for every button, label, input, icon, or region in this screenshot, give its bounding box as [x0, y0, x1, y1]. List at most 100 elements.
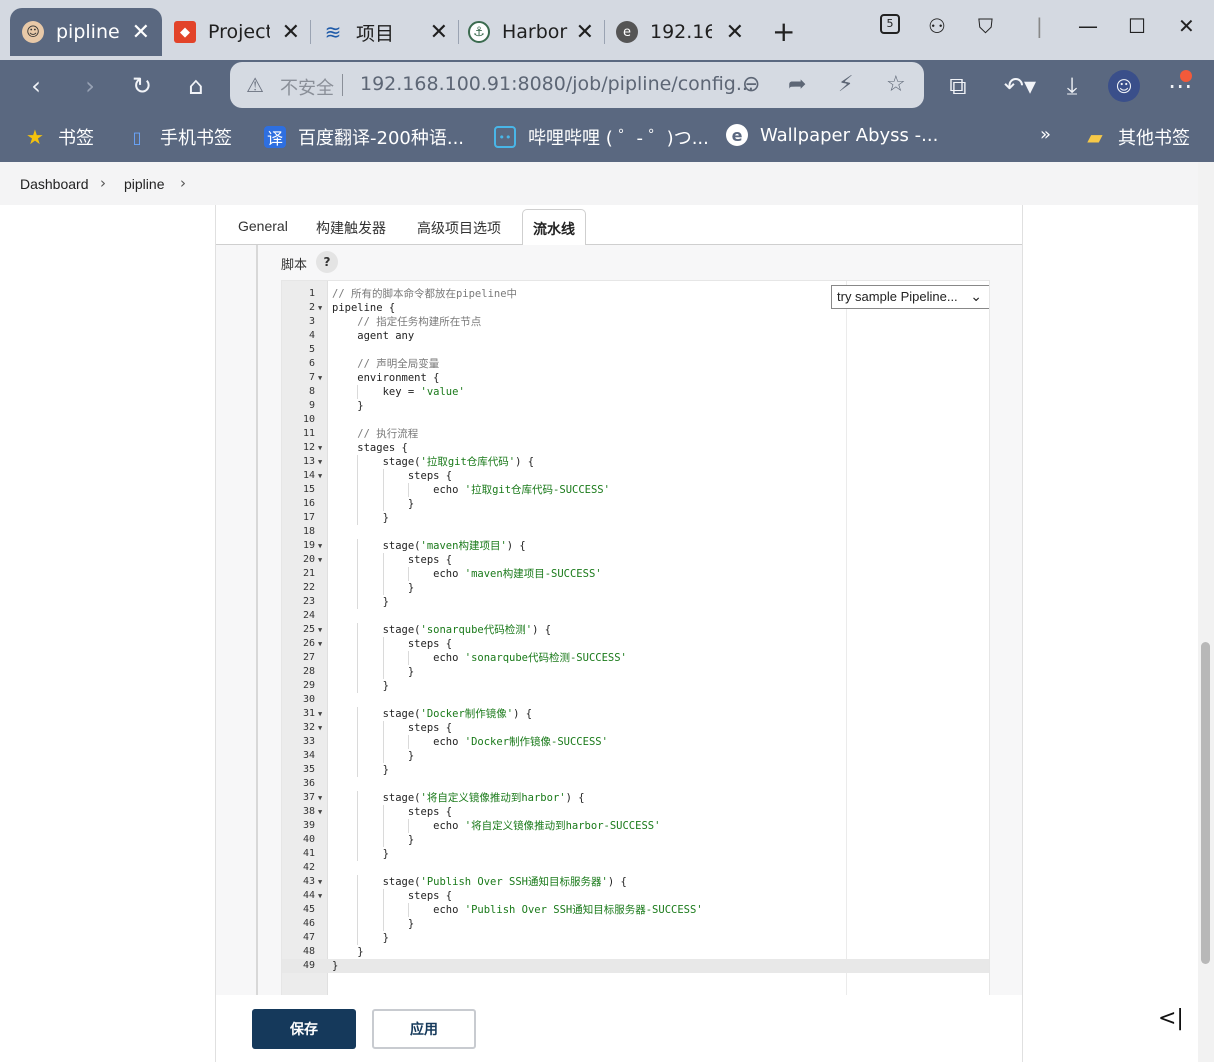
code-line[interactable]: 24 — [282, 609, 989, 623]
code-line[interactable]: 17 } — [282, 511, 989, 525]
tab-advanced-options[interactable]: 高级项目选项 — [417, 218, 501, 238]
fold-arrow-icon[interactable]: ▼ — [318, 707, 322, 721]
code-line[interactable]: 38 ▼ steps { — [282, 805, 989, 819]
tab-harbor[interactable]: ⚓ Harbor ✕ — [456, 8, 606, 56]
code-line[interactable]: 40 } — [282, 833, 989, 847]
more-bookmarks-button[interactable]: » — [1040, 124, 1051, 145]
code-line[interactable]: 45 echo 'Publish Over SSH通知目标服务器-SUCCESS… — [282, 903, 989, 917]
code-line[interactable]: 4 agent any — [282, 329, 989, 343]
bookmark-item[interactable]: •• 哔哩哔哩 ( ゜- ゜)つ... — [494, 124, 709, 150]
code-line[interactable]: 26 ▼ steps { — [282, 637, 989, 651]
close-icon[interactable]: ✕ — [726, 20, 744, 45]
code-line[interactable]: 12 ▼ stages { — [282, 441, 989, 455]
bookmark-item[interactable]: ▯ 手机书签 — [126, 124, 232, 150]
code-line[interactable]: 20 ▼ steps { — [282, 553, 989, 567]
lightning-icon[interactable]: ⚡ — [838, 72, 853, 97]
code-line[interactable]: 18 — [282, 525, 989, 539]
tab-build-triggers[interactable]: 构建触发器 — [316, 218, 386, 238]
fold-arrow-icon[interactable]: ▼ — [318, 455, 322, 469]
bookmark-item[interactable]: ★ 书签 — [24, 124, 94, 150]
fold-arrow-icon[interactable]: ▼ — [318, 469, 322, 483]
code-line[interactable]: 22 } — [282, 581, 989, 595]
fold-arrow-icon[interactable]: ▼ — [318, 805, 322, 819]
fold-arrow-icon[interactable]: ▼ — [318, 623, 322, 637]
zoom-out-icon[interactable]: ⊖ — [742, 72, 760, 97]
code-line[interactable]: 39 echo '将自定义镜像推动到harbor-SUCCESS' — [282, 819, 989, 833]
code-line[interactable]: 44 ▼ steps { — [282, 889, 989, 903]
tab-ip[interactable]: e 192.16 ✕ — [604, 8, 756, 56]
code-line[interactable]: 46 } — [282, 917, 989, 931]
close-icon[interactable]: ✕ — [576, 20, 594, 45]
code-line[interactable]: 42 — [282, 861, 989, 875]
forward-icon[interactable]: › — [74, 70, 106, 102]
code-line[interactable]: 11 // 执行流程 — [282, 427, 989, 441]
tab-project[interactable]: ◆ Project ✕ — [162, 8, 312, 56]
new-tab-button[interactable]: + — [772, 15, 795, 48]
code-line[interactable]: 43 ▼ stage('Publish Over SSH通知目标服务器') { — [282, 875, 989, 889]
code-line[interactable]: 34 } — [282, 749, 989, 763]
fold-arrow-icon[interactable]: ▼ — [318, 791, 322, 805]
code-line[interactable]: 29 } — [282, 679, 989, 693]
code-line[interactable]: 37 ▼ stage('将自定义镜像推动到harbor') { — [282, 791, 989, 805]
reload-icon[interactable]: ↻ — [126, 70, 158, 102]
code-line[interactable]: 6 // 声明全局变量 — [282, 357, 989, 371]
bookmark-item[interactable]: 译 百度翻译-200种语... — [264, 124, 464, 150]
code-line[interactable]: 7 ▼ environment { — [282, 371, 989, 385]
tab-xiangmu[interactable]: ≋ 项目 ✕ — [310, 8, 460, 56]
pipeline-script-editor[interactable]: 1// 所有的脚本命令都放在pipeline中 2 ▼ pipeline {3 // … — [281, 280, 990, 1000]
help-icon[interactable]: ? — [316, 251, 338, 273]
download-icon[interactable]: ⤓ — [1056, 70, 1088, 102]
fold-arrow-icon[interactable]: ▼ — [318, 637, 322, 651]
tab-general[interactable]: General — [238, 218, 288, 234]
fold-arrow-icon[interactable]: ▼ — [318, 553, 322, 567]
tab-pipeline[interactable]: 流水线 — [522, 209, 586, 245]
undo-menu-icon[interactable]: ↶▾ — [1000, 70, 1040, 102]
code-line[interactable]: 14 ▼ steps { — [282, 469, 989, 483]
tab-count-icon[interactable]: 5 — [880, 14, 900, 34]
code-line[interactable]: 10 — [282, 413, 989, 427]
sample-pipeline-select[interactable]: try sample Pipeline... ⌄ — [831, 285, 989, 309]
close-icon[interactable]: ✕ — [430, 20, 448, 45]
code-line[interactable]: 3 // 指定任务构建所在节点 — [282, 315, 989, 329]
back-icon[interactable]: ‹ — [20, 70, 52, 102]
extension-shirt-icon[interactable]: ⛉ — [978, 14, 993, 38]
save-button[interactable]: 保存 — [252, 1009, 356, 1049]
code-line[interactable]: 47 } — [282, 931, 989, 945]
share-icon[interactable]: ➦ — [788, 72, 806, 97]
code-line[interactable]: 19 ▼ stage('maven构建项目') { — [282, 539, 989, 553]
fold-arrow-icon[interactable]: ▼ — [318, 875, 322, 889]
avatar[interactable]: ☺ — [1108, 70, 1140, 102]
extensions-icon[interactable]: ⧉ — [942, 70, 974, 102]
code-line[interactable]: 25 ▼ stage('sonarqube代码检测') { — [282, 623, 989, 637]
fold-arrow-icon[interactable]: ▼ — [318, 539, 322, 553]
code-lines[interactable]: 1// 所有的脚本命令都放在pipeline中 2 ▼ pipeline {3 // … — [282, 287, 989, 973]
incognito-icon[interactable]: ⚇ — [928, 14, 946, 38]
fold-arrow-icon[interactable]: ▼ — [318, 441, 322, 455]
code-line[interactable]: 33 echo 'Docker制作镜像-SUCCESS' — [282, 735, 989, 749]
window-close-icon[interactable]: ✕ — [1178, 14, 1195, 38]
code-line[interactable]: 49} — [282, 959, 989, 973]
close-icon[interactable]: ✕ — [282, 20, 300, 45]
code-line[interactable]: 15 echo '拉取git仓库代码-SUCCESS' — [282, 483, 989, 497]
bookmark-star-icon[interactable]: ☆ — [886, 72, 906, 97]
code-line[interactable]: 31 ▼ stage('Docker制作镜像') { — [282, 707, 989, 721]
breadcrumb-pipline[interactable]: pipline — [124, 176, 164, 192]
code-line[interactable]: 21 echo 'maven构建项目-SUCCESS' — [282, 567, 989, 581]
tab-pipline[interactable]: ☺ pipline ✕ — [10, 8, 162, 56]
code-line[interactable]: 13 ▼ stage('拉取git仓库代码') { — [282, 455, 989, 469]
close-icon[interactable]: ✕ — [132, 20, 150, 45]
code-line[interactable]: 8 key = 'value' — [282, 385, 989, 399]
fold-arrow-icon[interactable]: ▼ — [318, 301, 322, 315]
minimize-icon[interactable]: — — [1078, 14, 1098, 38]
address-bar[interactable]: ⚠ 不安全 192.168.100.91:8080/job/pipline/co… — [230, 62, 924, 108]
url-text[interactable]: 192.168.100.91:8080/job/pipline/config..… — [360, 73, 754, 95]
scrollbar-thumb[interactable] — [1201, 642, 1210, 964]
breadcrumb-dashboard[interactable]: Dashboard — [20, 176, 89, 192]
fold-arrow-icon[interactable]: ▼ — [318, 889, 322, 903]
code-line[interactable]: 9 } — [282, 399, 989, 413]
apply-button[interactable]: 应用 — [372, 1009, 476, 1049]
code-line[interactable]: 30 — [282, 693, 989, 707]
bookmark-folder[interactable]: ▰ 其他书签 — [1084, 124, 1190, 150]
code-line[interactable]: 5 — [282, 343, 989, 357]
fold-arrow-icon[interactable]: ▼ — [318, 721, 322, 735]
